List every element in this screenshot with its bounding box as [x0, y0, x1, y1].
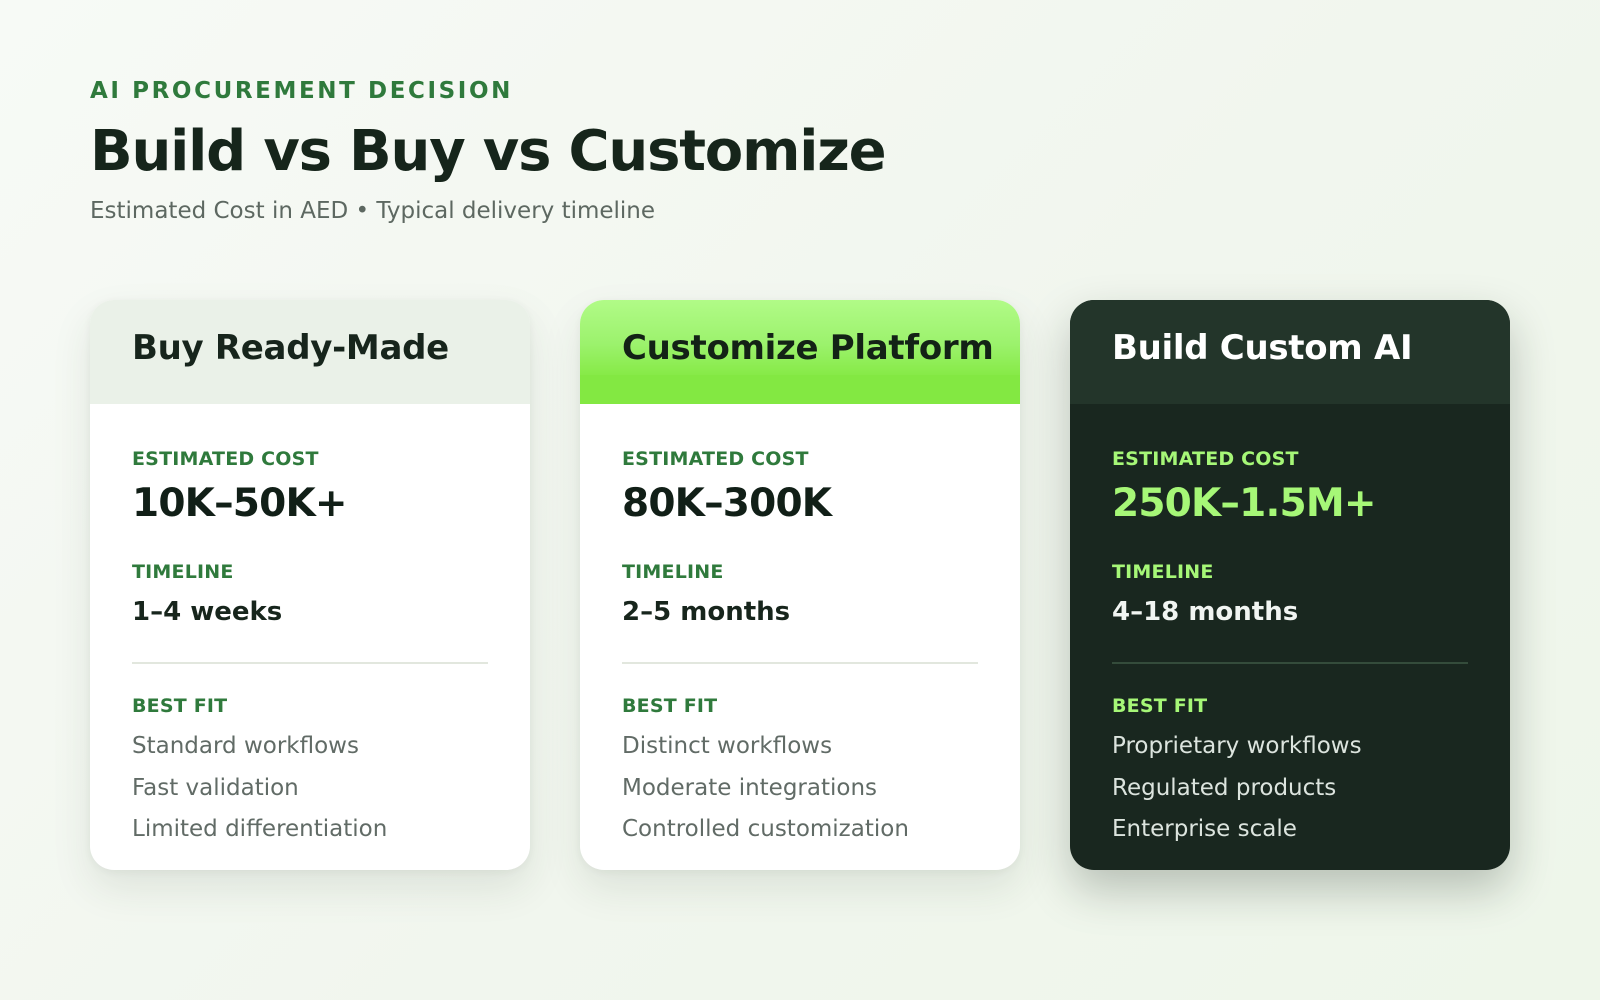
best-fit-item: Standard workflows	[132, 733, 359, 760]
timeline-value: 2–5 months	[622, 596, 791, 627]
estimated-cost-label: ESTIMATED COST	[132, 448, 319, 470]
estimated-cost-label: ESTIMATED COST	[1112, 448, 1299, 470]
best-fit-item: Fast validation	[132, 774, 299, 801]
card-title-customize-platform: Customize Platform	[580, 300, 1020, 404]
estimated-cost-value: 250K–1.5M+	[1112, 480, 1377, 526]
estimated-cost-value: 80K–300K	[622, 480, 832, 526]
best-fit-label: BEST FIT	[1112, 694, 1208, 717]
card-divider	[132, 661, 488, 664]
best-fit-item: Controlled customization	[622, 816, 909, 843]
estimated-cost-value: 10K–50K+	[132, 480, 348, 526]
timeline-value: 1–4 weeks	[132, 596, 283, 627]
timeline-label: TIMELINE	[132, 560, 234, 583]
best-fit-item: Regulated products	[1112, 774, 1337, 801]
customize-platform-details: ESTIMATED COST 80K–300K TIMELINE 2–5 mon…	[580, 404, 1020, 842]
eyebrow-label: AI PROCUREMENT DECISION	[90, 78, 513, 104]
best-fit-item: Enterprise scale	[1112, 816, 1297, 843]
buy-ready-made-details: ESTIMATED COST 10K–50K+ TIMELINE 1–4 wee…	[90, 404, 530, 842]
customize-platform-card: Customize Platform ESTIMATED COST 80K–30…	[580, 300, 1020, 870]
estimated-cost-label: ESTIMATED COST	[622, 448, 809, 470]
timeline-label: TIMELINE	[1112, 560, 1214, 583]
card-title-text: Customize Platform	[622, 328, 994, 368]
best-fit-list: Proprietary workflows Regulated products…	[1112, 734, 1468, 842]
timeline-value: 4–18 months	[1112, 596, 1299, 627]
option-cards: Buy Ready-Made ESTIMATED COST 10K–50K+ T…	[90, 300, 1510, 870]
page-title: Build vs Buy vs Customize	[90, 119, 887, 184]
page-subtitle: Estimated Cost in AED • Typical delivery…	[90, 197, 656, 224]
build-custom-ai-card: Build Custom AI ESTIMATED COST 250K–1.5M…	[1070, 300, 1510, 870]
comparison-slide: AI PROCUREMENT DECISION Build vs Buy vs …	[90, 78, 1510, 870]
best-fit-list: Standard workflows Fast validation Limit…	[132, 734, 488, 842]
timeline-label: TIMELINE	[622, 560, 724, 583]
best-fit-item: Moderate integrations	[622, 774, 878, 801]
best-fit-label: BEST FIT	[132, 694, 228, 717]
card-title-buy-ready-made: Buy Ready-Made	[90, 300, 530, 404]
best-fit-item: Distinct workflows	[622, 733, 833, 760]
buy-ready-made-card: Buy Ready-Made ESTIMATED COST 10K–50K+ T…	[90, 300, 530, 870]
card-title-build-custom-ai: Build Custom AI	[1070, 300, 1510, 404]
best-fit-label: BEST FIT	[622, 694, 718, 717]
build-custom-ai-details: ESTIMATED COST 250K–1.5M+ TIMELINE 4–18 …	[1070, 404, 1510, 842]
card-divider	[622, 661, 978, 664]
best-fit-list: Distinct workflows Moderate integrations…	[622, 734, 978, 842]
card-divider	[1112, 661, 1468, 664]
best-fit-item: Proprietary workflows	[1112, 733, 1362, 760]
best-fit-item: Limited differentiation	[132, 816, 388, 843]
